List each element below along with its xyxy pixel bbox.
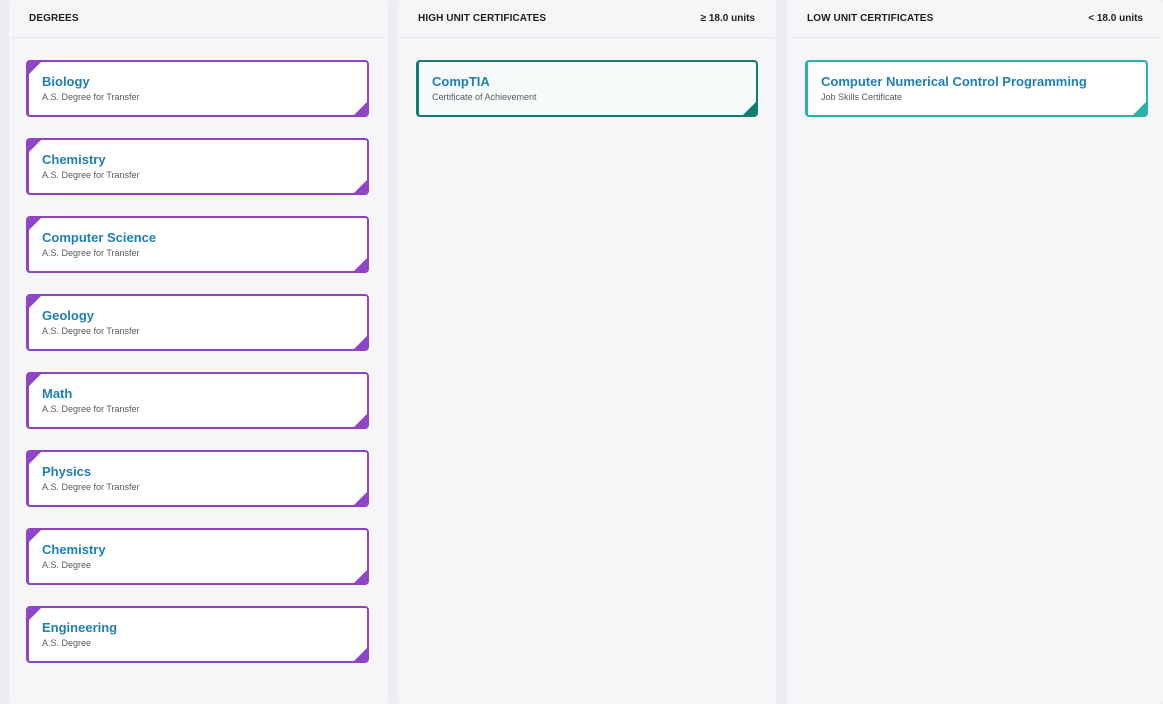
card-corner-accent [29, 452, 41, 464]
degree-card-biology[interactable]: Biology A.S. Degree for Transfer [26, 60, 369, 117]
card-corner-accent [354, 414, 367, 427]
card-corner-accent [29, 530, 41, 542]
degree-card-geology[interactable]: Geology A.S. Degree for Transfer [26, 294, 369, 351]
card-title: Computer Numerical Control Programming [821, 74, 1087, 89]
card-corner-accent [354, 570, 367, 583]
certificate-card-comptia[interactable]: CompTIA Certificate of Achievement [416, 60, 758, 117]
card-title: CompTIA [432, 74, 490, 89]
card-corner-accent [354, 648, 367, 661]
card-subtitle: A.S. Degree [42, 638, 92, 648]
card-subtitle: Job Skills Certificate [821, 92, 903, 102]
degree-card-chemistry-transfer[interactable]: Chemistry A.S. Degree for Transfer [26, 138, 369, 195]
card-title: Chemistry [42, 152, 106, 167]
high-unit-threshold: ≥ 18.0 units [700, 13, 755, 24]
card-subtitle: A.S. Degree for Transfer [42, 92, 140, 102]
card-subtitle: A.S. Degree for Transfer [42, 248, 140, 258]
program-board: DEGREES Biology A.S. Degree for Transfer… [0, 0, 1163, 704]
card-corner-accent [743, 102, 756, 115]
card-subtitle: Certificate of Achievement [432, 92, 537, 102]
card-corner-accent [29, 218, 41, 230]
card-title: Physics [42, 464, 92, 479]
degree-card-physics[interactable]: Physics A.S. Degree for Transfer [26, 450, 369, 507]
card-corner-accent [29, 608, 41, 620]
card-corner-accent [354, 258, 367, 271]
card-title: Math [42, 386, 73, 401]
degrees-column-title: DEGREES [29, 13, 79, 24]
card-subtitle: A.S. Degree for Transfer [42, 404, 140, 414]
high-unit-column-title: HIGH UNIT CERTIFICATES [418, 13, 547, 24]
card-subtitle: A.S. Degree for Transfer [42, 482, 140, 492]
degree-card-computer-science[interactable]: Computer Science A.S. Degree for Transfe… [26, 216, 369, 273]
card-title: Chemistry [42, 542, 106, 557]
card-corner-accent [29, 374, 41, 386]
card-subtitle: A.S. Degree for Transfer [42, 326, 140, 336]
card-corner-accent [354, 492, 367, 505]
card-title: Biology [42, 74, 90, 89]
low-unit-column-title: LOW UNIT CERTIFICATES [807, 13, 934, 24]
card-title: Geology [42, 308, 95, 323]
low-unit-certificates-column: LOW UNIT CERTIFICATES < 18.0 units Compu… [787, 0, 1163, 704]
low-unit-column-header: LOW UNIT CERTIFICATES < 18.0 units [789, 0, 1162, 38]
certificate-card-cnc-programming[interactable]: Computer Numerical Control Programming J… [805, 60, 1148, 117]
card-corner-accent [354, 180, 367, 193]
degree-card-chemistry[interactable]: Chemistry A.S. Degree [26, 528, 369, 585]
card-corner-accent [354, 102, 367, 115]
card-subtitle: A.S. Degree for Transfer [42, 170, 140, 180]
high-unit-column-header: HIGH UNIT CERTIFICATES ≥ 18.0 units [400, 0, 774, 38]
card-title: Computer Science [42, 230, 157, 245]
card-corner-accent [354, 336, 367, 349]
card-corner-accent [1133, 102, 1146, 115]
degrees-column: DEGREES Biology A.S. Degree for Transfer… [9, 0, 388, 704]
high-unit-certificates-column: HIGH UNIT CERTIFICATES ≥ 18.0 units Comp… [398, 0, 776, 704]
card-title: Engineering [42, 620, 118, 635]
card-subtitle: A.S. Degree [42, 560, 92, 570]
card-corner-accent [29, 296, 41, 308]
degree-card-math[interactable]: Math A.S. Degree for Transfer [26, 372, 369, 429]
low-unit-threshold: < 18.0 units [1088, 13, 1143, 24]
card-corner-accent [29, 140, 41, 152]
degree-card-engineering[interactable]: Engineering A.S. Degree [26, 606, 369, 663]
card-corner-accent [29, 62, 41, 74]
degrees-column-header: DEGREES [11, 0, 386, 38]
